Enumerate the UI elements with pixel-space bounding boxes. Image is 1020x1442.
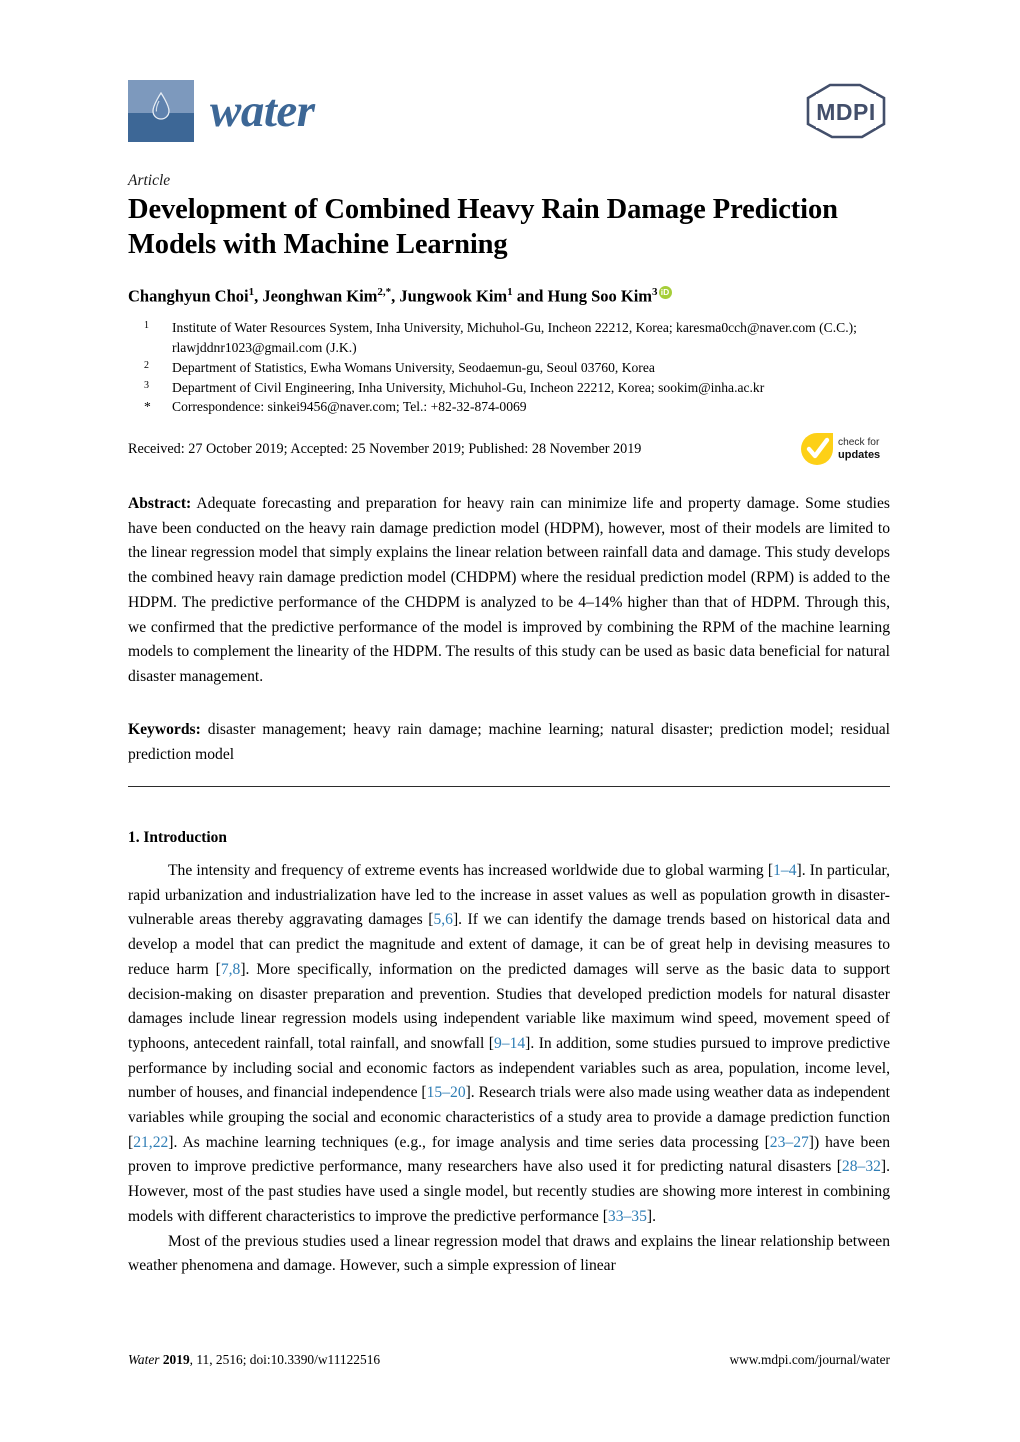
check-for-updates-badge[interactable]: check for updates <box>800 431 900 467</box>
footer-url[interactable]: www.mdpi.com/journal/water <box>729 1352 890 1368</box>
citation-reference[interactable]: 33–35 <box>608 1208 647 1225</box>
author-1-name: Changhyun Choi <box>128 286 249 306</box>
body-text-run: ]. <box>646 1207 656 1225</box>
affiliation-marker: 3 <box>144 379 149 391</box>
page-footer: Water 2019, 11, 2516; doi:10.3390/w11122… <box>128 1352 890 1368</box>
affiliation-text: Department of Statistics, Ewha Womans Un… <box>172 359 655 375</box>
footer-citation: Water 2019, 11, 2516; doi:10.3390/w11122… <box>128 1352 380 1368</box>
svg-text:MDPI: MDPI <box>816 99 876 125</box>
affiliation-text: Department of Civil Engineering, Inha Un… <box>172 379 765 395</box>
keywords-label: Keywords: <box>128 721 201 738</box>
correspondence-item: * Correspondence: sinkei9456@naver.com; … <box>144 397 894 417</box>
correspondence-marker: * <box>144 399 151 415</box>
mdpi-logo: MDPI <box>806 83 886 139</box>
author-2-affiliation-marker: 2,* <box>377 286 392 298</box>
affiliation-item: 1 Institute of Water Resources System, I… <box>144 318 894 358</box>
citation-reference[interactable]: 5,6 <box>433 911 453 928</box>
citation-reference[interactable]: 7,8 <box>221 961 241 978</box>
footer-journal-name: Water <box>128 1352 160 1367</box>
affiliation-item: 2 Department of Statistics, Ewha Womans … <box>144 358 894 378</box>
journal-title: water <box>210 84 315 137</box>
paper-page: water MDPI Article Development of Combin… <box>0 0 1020 1442</box>
footer-year: 2019 <box>162 1352 190 1367</box>
affiliation-list: 1 Institute of Water Resources System, I… <box>144 318 894 417</box>
header-separator-rule <box>128 786 890 787</box>
article-type-label: Article <box>128 172 171 189</box>
body-text-run: ]. As machine learning techniques (e.g.,… <box>168 1133 770 1151</box>
author-conjunction: and <box>516 286 544 306</box>
check-for-updates-text: check for updates <box>838 437 880 461</box>
masthead: water MDPI <box>128 80 892 146</box>
author-3-name: Jungwook Kim <box>399 286 508 306</box>
correspondence-text: Correspondence: sinkei9456@naver.com; Te… <box>172 399 527 415</box>
affiliation-item: 3 Department of Civil Engineering, Inha … <box>144 378 894 398</box>
citation-reference[interactable]: 23–27 <box>770 1134 809 1151</box>
orcid-icon[interactable]: iD <box>658 286 672 299</box>
paragraph-1: The intensity and frequency of extreme e… <box>128 859 890 1230</box>
page-title: Development of Combined Heavy Rain Damag… <box>128 194 838 261</box>
cfu-line-1: check for <box>838 437 880 449</box>
author-4-affiliation-marker: 3 <box>652 286 658 298</box>
affiliation-text: Institute of Water Resources System, Inh… <box>172 320 857 355</box>
citation-reference[interactable]: 15–20 <box>427 1084 466 1101</box>
citation-reference[interactable]: 21,22 <box>133 1134 168 1151</box>
author-list: Changhyun Choi1, Jeonghwan Kim2,*, Jungw… <box>128 285 888 307</box>
cfu-line-2: updates <box>838 448 881 461</box>
footer-citation-rest: , 11, 2516; doi:10.3390/w11122516 <box>189 1352 381 1367</box>
author-2-name: Jeonghwan Kim <box>262 286 378 306</box>
abstract-label: Abstract: <box>128 495 192 512</box>
publication-dates: Received: 27 October 2019; Accepted: 25 … <box>128 441 642 457</box>
yellow-checkmark-icon <box>801 433 833 465</box>
paragraph-2: Most of the previous studies used a line… <box>128 1230 890 1279</box>
introduction-body: The intensity and frequency of extreme e… <box>128 859 890 1279</box>
author-1-affiliation-marker: 1 <box>248 286 255 298</box>
citation-reference[interactable]: 9–14 <box>494 1035 525 1052</box>
citation-reference[interactable]: 28–32 <box>842 1158 881 1175</box>
keywords-text: disaster management; heavy rain damage; … <box>128 721 890 763</box>
abstract-block: Abstract: Adequate forecasting and prepa… <box>128 492 890 690</box>
body-text-run: The intensity and frequency of extreme e… <box>168 862 774 879</box>
keywords-block: Keywords: disaster management; heavy rai… <box>128 718 890 767</box>
affiliation-marker: 1 <box>144 320 149 331</box>
droplet-glyph <box>152 92 170 120</box>
journal-logo-group: water <box>128 80 315 142</box>
water-droplet-icon <box>128 80 194 142</box>
section-heading-introduction: 1. Introduction <box>128 829 227 846</box>
citation-reference[interactable]: 1–4 <box>773 862 796 879</box>
body-text-run: Most of the previous studies used a line… <box>128 1232 890 1275</box>
abstract-text: Adequate forecasting and preparation for… <box>128 495 890 685</box>
affiliation-marker: 2 <box>144 359 149 371</box>
author-4-name: Hung Soo Kim <box>547 286 653 306</box>
author-3-affiliation-marker: 1 <box>507 286 513 298</box>
